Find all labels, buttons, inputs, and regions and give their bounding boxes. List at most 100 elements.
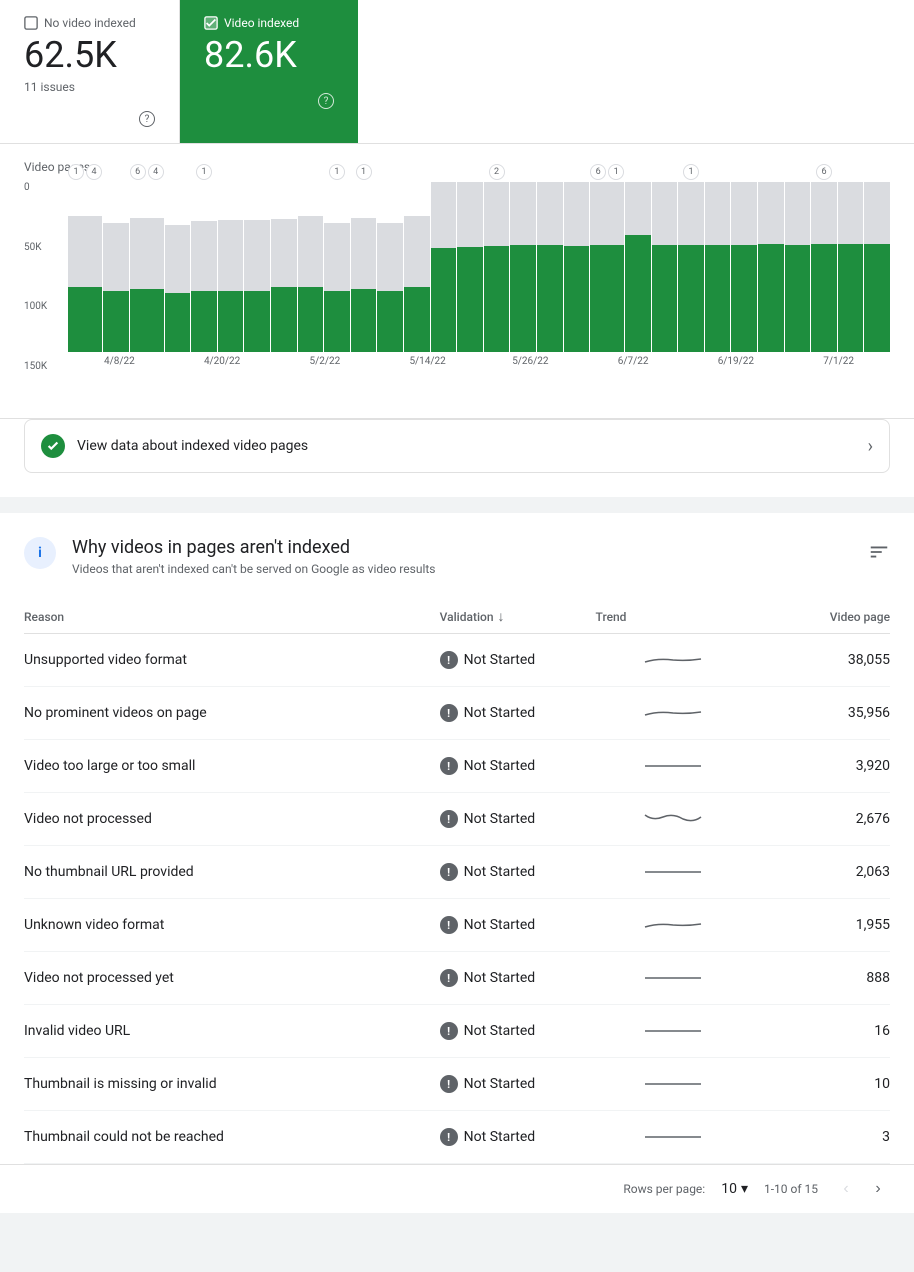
bar-gray (590, 182, 624, 245)
td-video-page: 888 (751, 952, 890, 1005)
bar-green (731, 245, 757, 352)
notif-badge[interactable]: 4 (86, 164, 102, 180)
bar-green (590, 245, 624, 352)
y-label-2: 50K (24, 242, 68, 253)
bar-green (244, 291, 270, 352)
view-data-card[interactable]: View data about indexed video pages › (24, 419, 890, 473)
td-video-page: 10 (751, 1058, 890, 1111)
no-video-help-icon[interactable]: ? (139, 111, 155, 127)
chart-notifications: 14 (68, 164, 102, 180)
bar-group: 2 (484, 164, 510, 352)
indexed-help-icon[interactable]: ? (318, 93, 334, 109)
prev-page-button[interactable]: ‹ (834, 1177, 858, 1201)
bar-group: 64 (130, 164, 164, 352)
td-video-page: 3 (751, 1111, 890, 1164)
bar-green (457, 247, 483, 352)
bar-green (678, 245, 704, 352)
bar-stack (537, 182, 563, 352)
notif-badge[interactable]: 1 (608, 164, 624, 180)
bar-green (404, 287, 430, 352)
table-row[interactable]: Unknown video format!Not Started1,955 (24, 899, 890, 952)
td-reason: No thumbnail URL provided (24, 846, 440, 899)
page-select[interactable]: 10 ▾ (721, 1181, 748, 1197)
bar-green (652, 245, 678, 352)
indexed-count: 82.6K (204, 36, 334, 76)
bar-stack (431, 182, 457, 352)
td-validation: !Not Started (440, 740, 596, 793)
bar-stack (678, 182, 704, 352)
table-row[interactable]: No prominent videos on page!Not Started3… (24, 687, 890, 740)
trend-line (643, 913, 703, 933)
th-validation[interactable]: Validation ↓ (440, 600, 596, 634)
td-video-page: 2,063 (751, 846, 890, 899)
table-row[interactable]: Video too large or too small!Not Started… (24, 740, 890, 793)
bar-gray (68, 216, 102, 287)
td-reason: Unknown video format (24, 899, 440, 952)
why-title: Why videos in pages aren't indexed (72, 537, 435, 558)
chart-area: 146411126116 4/8/224/20/225/2/225/14/225… (68, 182, 890, 402)
table-row[interactable]: Unsupported video format!Not Started38,0… (24, 634, 890, 687)
notif-badge[interactable]: 1 (356, 164, 372, 180)
notif-badge[interactable]: 1 (196, 164, 212, 180)
bar-green (68, 287, 102, 352)
filter-icon[interactable] (868, 537, 890, 568)
notif-badge[interactable]: 1 (329, 164, 345, 180)
next-page-button[interactable]: › (866, 1177, 890, 1201)
table-row[interactable]: Thumbnail could not be reached!Not Start… (24, 1111, 890, 1164)
bar-group: 1 (351, 164, 377, 352)
view-data-chevron-icon: › (868, 436, 873, 457)
notif-badge[interactable]: 1 (683, 164, 699, 180)
not-started-label: Not Started (464, 1023, 536, 1039)
bar-group (758, 164, 784, 352)
not-started-label: Not Started (464, 652, 536, 668)
bar-stack (103, 182, 129, 352)
bar-stack (758, 182, 784, 352)
not-started-label: Not Started (464, 1076, 536, 1092)
sort-icon: ↓ (498, 608, 505, 625)
bar-group: 1 (191, 164, 217, 352)
bar-gray (652, 182, 678, 245)
warning-icon: ! (440, 969, 458, 987)
bar-green (510, 245, 536, 352)
notif-badge[interactable]: 6 (590, 164, 606, 180)
not-started-label: Not Started (464, 864, 536, 880)
bar-group (103, 164, 129, 352)
notif-badge[interactable]: 2 (489, 164, 505, 180)
main-table: Reason Validation ↓ Trend Video page (24, 600, 890, 1164)
bar-green (324, 291, 350, 352)
bar-group (377, 164, 403, 352)
th-reason: Reason (24, 600, 440, 634)
table-row[interactable]: Video not processed yet!Not Started888 (24, 952, 890, 1005)
th-video-page: Video page (751, 600, 890, 634)
rows-per-page: Rows per page: (623, 1182, 705, 1196)
td-trend (596, 952, 752, 1005)
td-validation: !Not Started (440, 846, 596, 899)
notif-badge[interactable]: 6 (816, 164, 832, 180)
chart-xaxis-item: 6/7/22 (582, 356, 685, 367)
not-started-label: Not Started (464, 811, 536, 827)
td-video-page: 2,676 (751, 793, 890, 846)
notif-badge[interactable]: 1 (68, 164, 84, 180)
bar-gray (811, 182, 837, 244)
table-row[interactable]: Thumbnail is missing or invalid!Not Star… (24, 1058, 890, 1111)
notif-badge[interactable]: 6 (130, 164, 146, 180)
bar-green (431, 248, 457, 352)
not-started-label: Not Started (464, 1129, 536, 1145)
bar-gray (130, 218, 164, 289)
bar-group (218, 164, 244, 352)
chart-yaxis: 150K 100K 50K 0 (24, 182, 68, 372)
trend-line (643, 1019, 703, 1039)
warning-icon: ! (440, 1075, 458, 1093)
bar-gray (324, 223, 350, 291)
table-row[interactable]: No thumbnail URL provided!Not Started 2,0… (24, 846, 890, 899)
bar-gray (625, 182, 651, 234)
chart-notifications: 64 (130, 164, 164, 180)
td-reason: Thumbnail could not be reached (24, 1111, 440, 1164)
td-trend (596, 1058, 752, 1111)
chart-container: 150K 100K 50K 0 146411126116 4/8/224/20/… (24, 182, 890, 402)
notif-badge[interactable]: 4 (148, 164, 164, 180)
table-row[interactable]: Video not processed!Not Started2,676 (24, 793, 890, 846)
why-text-block: Why videos in pages aren't indexed Video… (72, 537, 435, 576)
table-row[interactable]: Invalid video URL!Not Started16 (24, 1005, 890, 1058)
chart-xaxis-item: 5/2/22 (274, 356, 377, 367)
